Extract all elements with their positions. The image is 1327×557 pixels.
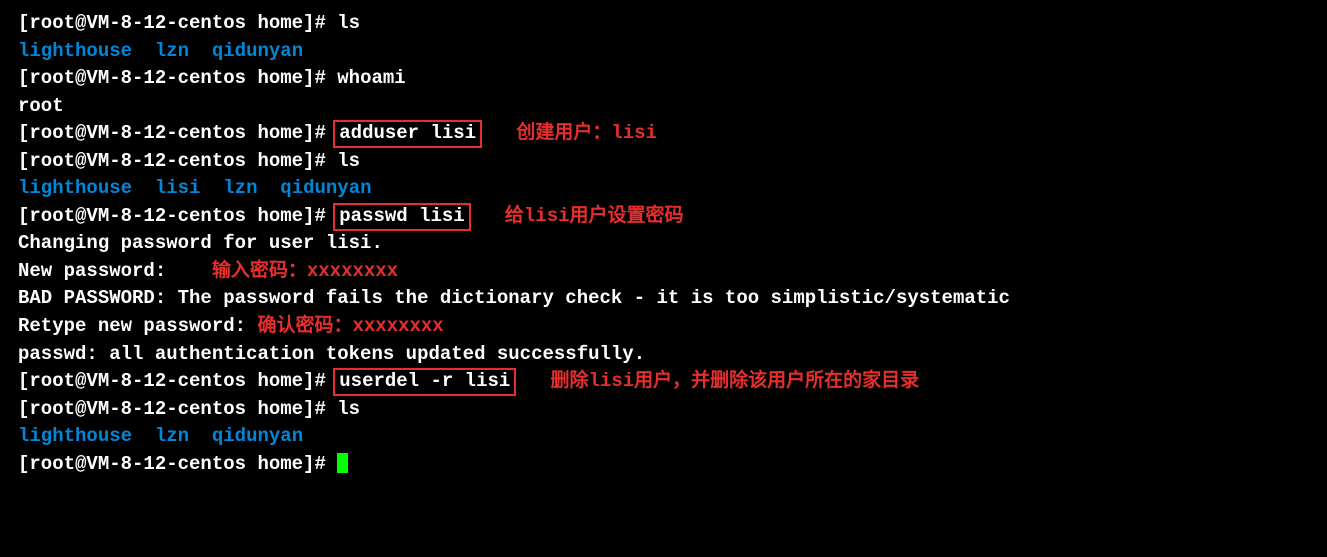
prompt: [root@VM-8-12-centos home]#: [18, 370, 337, 392]
dir-qidunyan: qidunyan: [212, 40, 303, 62]
cmd-ls: ls: [337, 150, 360, 172]
out-success: passwd: all authentication tokens update…: [18, 343, 645, 365]
sep: [132, 177, 155, 199]
cmd-adduser: adduser lisi: [333, 120, 482, 148]
dir-lighthouse: lighthouse: [18, 177, 132, 199]
terminal-window[interactable]: [root@VM-8-12-centos home]# ls lighthous…: [0, 0, 1327, 557]
dir-lzn: lzn: [223, 177, 257, 199]
dir-qidunyan: qidunyan: [212, 425, 303, 447]
out-root: root: [18, 95, 64, 117]
sep: [200, 177, 223, 199]
out-changing: Changing password for user lisi.: [18, 232, 383, 254]
annotation-enter-password: 输入密码：xxxxxxxx: [212, 260, 398, 282]
dir-lisi: lisi: [155, 177, 201, 199]
sep: [482, 122, 516, 144]
cmd-whoami: whoami: [337, 67, 405, 89]
dir-lighthouse: lighthouse: [18, 40, 132, 62]
out-badpw: BAD PASSWORD: The password fails the dic…: [18, 287, 1010, 309]
prompt: [root@VM-8-12-centos home]#: [18, 67, 337, 89]
prompt: [root@VM-8-12-centos home]#: [18, 205, 337, 227]
prompt: [root@VM-8-12-centos home]#: [18, 122, 337, 144]
prompt: [root@VM-8-12-centos home]#: [18, 453, 337, 475]
out-newpw: New password:: [18, 260, 178, 282]
cmd-ls: ls: [337, 12, 360, 34]
cmd-passwd: passwd lisi: [333, 203, 470, 231]
dir-lighthouse: lighthouse: [18, 425, 132, 447]
sep: [189, 425, 212, 447]
sep: [132, 40, 155, 62]
cmd-ls: ls: [337, 398, 360, 420]
sep: [516, 370, 550, 392]
cursor[interactable]: [337, 453, 348, 473]
sep: [471, 205, 505, 227]
dir-lzn: lzn: [155, 40, 189, 62]
dir-qidunyan: qidunyan: [280, 177, 371, 199]
annotation-delete-user: 删除lisi用户，并删除该用户所在的家目录: [551, 370, 920, 392]
prompt: [root@VM-8-12-centos home]#: [18, 150, 337, 172]
prompt: [root@VM-8-12-centos home]#: [18, 12, 337, 34]
annotation-set-password: 给lisi用户设置密码: [505, 205, 684, 227]
annotation-create-user: 创建用户：lisi: [516, 122, 657, 144]
prompt: [root@VM-8-12-centos home]#: [18, 398, 337, 420]
sep: [189, 40, 212, 62]
sep: [178, 260, 212, 282]
dir-lzn: lzn: [155, 425, 189, 447]
out-retype: Retype new password:: [18, 315, 257, 337]
annotation-confirm-password: 确认密码：xxxxxxxx: [257, 315, 443, 337]
sep: [257, 177, 280, 199]
cmd-userdel: userdel -r lisi: [333, 368, 516, 396]
sep: [132, 425, 155, 447]
